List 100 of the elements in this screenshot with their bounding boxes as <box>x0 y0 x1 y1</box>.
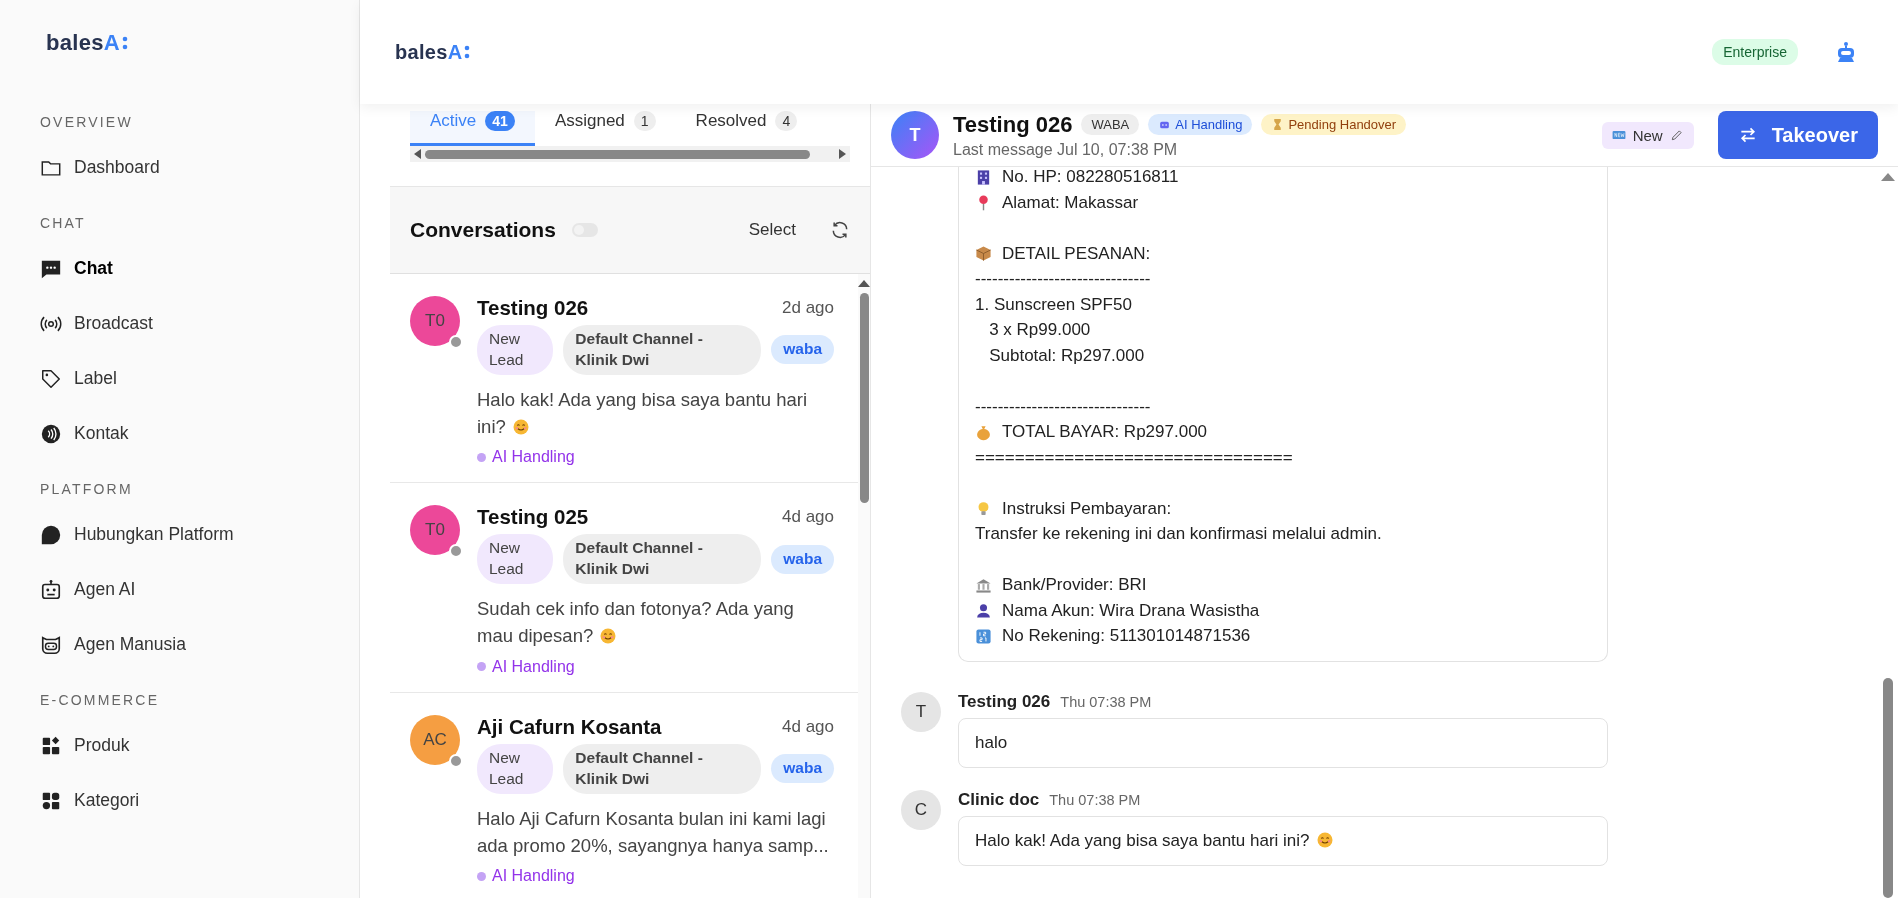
sidebar-item[interactable]: Dashboard <box>40 140 160 195</box>
message-line: Bank/Provider: BRI <box>1002 575 1147 596</box>
tab[interactable]: Resolved 4 <box>675 111 818 146</box>
tag: WABA <box>1081 114 1140 135</box>
select-button[interactable]: Select <box>744 216 800 244</box>
sender-name: Clinic doc <box>958 790 1040 810</box>
sidebar-item[interactable]: Agen Manusia <box>40 617 186 672</box>
building-icon <box>975 168 992 186</box>
logo-dots-icon <box>121 35 128 51</box>
message-line: Transfer ke rekening ini dan konfirmasi melalui admin. <box>975 524 1382 545</box>
contact-name: Testing 026 <box>477 296 589 320</box>
avatar: C <box>901 790 941 830</box>
refresh-icon[interactable] <box>830 220 850 240</box>
tag: New Lead <box>477 325 554 375</box>
message-line: ------------------------------- <box>975 396 1151 417</box>
tag: AI Handling <box>1148 114 1253 135</box>
avatar: T <box>891 111 939 159</box>
message-line: Subtotal: Rp297.000 <box>988 345 1145 366</box>
timestamp: Thu 07:38 PM <box>1060 694 1152 710</box>
message-preview: Halo Aji Cafurn Kosanta bulan ini kami lagi ada promo 20%, sayangnya hanya samp... <box>477 806 830 858</box>
tag: Default Channel - Klinik Dwi <box>563 534 762 585</box>
sidebar-item[interactable]: Kategori <box>40 773 140 828</box>
new-icon <box>1611 128 1626 142</box>
message-line: No. HP: 082280516811 <box>1002 167 1179 188</box>
tag: New Lead <box>477 534 554 585</box>
status-tag[interactable]: New <box>1601 121 1694 149</box>
takeover-button[interactable]: Takeover <box>1717 111 1878 159</box>
section-label: CHAT <box>40 215 86 231</box>
tag-icon <box>40 367 62 390</box>
section-label: OVERVIEW <box>40 114 133 130</box>
chat-title: Testing 026 <box>953 111 1073 138</box>
message-line: Instruksi Pembayaran: <box>1002 498 1172 519</box>
sidebar-item[interactable]: Label <box>40 351 117 406</box>
tag: waba <box>771 335 834 365</box>
message-line: Nama Akun: Wira Drana Wasistha <box>1002 600 1260 621</box>
timestamp: 4d ago <box>782 716 834 737</box>
message-bubble: Halo kak! Ada yang bisa saya bantu hari ini? <box>958 816 1608 866</box>
conversation-item[interactable]: T0 Testing 025 4d ago New Lead Default Channel - Klinik Dwi waba Sudah cek info dan fotonya? Ada yang mau dipesan? AI Handling <box>390 483 858 693</box>
speech-bubble-icon <box>40 523 62 546</box>
conversation-item[interactable]: AC Aji Cafurn Kosanta 4d ago New Lead Default Channel - Klinik Dwi waba Halo Aji Cafurn Kosanta bulan ini kami lagi ada promo 20%, sayangnya hanya samp... AI Handling <box>390 692 858 898</box>
status-label: AI Handling <box>492 657 575 676</box>
widgets-icon <box>40 734 62 757</box>
tag: New Lead <box>477 743 554 794</box>
status-label: AI Handling <box>492 867 575 886</box>
avatar: T0 <box>410 296 460 346</box>
contact-name: Testing 025 <box>477 505 589 530</box>
tag: Pending Handover <box>1261 114 1407 135</box>
message-line: TOTAL BAYAR: Rp297.000 <box>1002 422 1208 443</box>
timestamp: Thu 07:38 PM <box>1049 792 1141 808</box>
tag: waba <box>771 544 834 574</box>
timestamp: 2d ago <box>782 298 834 318</box>
message-bubble: halo <box>958 718 1608 768</box>
message-preview: Halo kak! Ada yang bisa saya bantu hari ini? <box>477 387 809 439</box>
avatar: AC <box>410 714 460 765</box>
section-label: PLATFORM <box>40 481 133 497</box>
message-line: DETAIL PESANAN: <box>1002 243 1151 264</box>
sidebar-item[interactable]: Chat <box>40 241 113 296</box>
sidebar-item[interactable]: Produk <box>40 718 130 773</box>
sidebar-item[interactable]: Hubungkan Platform <box>40 507 234 562</box>
sender-name: Testing 026 <box>958 692 1051 712</box>
message-preview: Sudah cek info dan fotonya? Ada yang mau dipesan? <box>477 597 795 649</box>
status-dot <box>477 871 486 881</box>
logo: balesA <box>46 30 359 56</box>
status-dot <box>449 544 463 559</box>
status-dot <box>477 452 486 462</box>
sidebar-item[interactable]: Kontak <box>40 406 129 461</box>
conversation-item[interactable]: T0 Testing 026 2d ago New Lead Default Channel - Klinik Dwi waba Halo kak! Ada yang bisa saya bantu hari ini? AI Handling <box>390 274 858 484</box>
numbers-icon <box>975 627 992 645</box>
person-icon <box>975 602 992 620</box>
message-line: Alamat: Makassar <box>1002 192 1139 213</box>
section-label: E-COMMERCE <box>40 692 160 708</box>
list-title: Conversations <box>410 218 556 242</box>
message-line: ------------------------------- <box>975 269 1151 290</box>
money-bag-icon <box>975 423 992 441</box>
horizontal-scrollbar[interactable] <box>410 146 850 162</box>
message-line: 3 x Rp99.000 <box>988 320 1091 341</box>
pencil-icon <box>1669 128 1684 142</box>
avatar: T0 <box>410 505 460 556</box>
tag: waba <box>771 754 834 784</box>
avatar: T <box>901 692 941 732</box>
contact-name: Aji Cafurn Kosanta <box>477 714 662 739</box>
status-dot <box>449 335 463 349</box>
package-icon <box>975 245 992 263</box>
message-line: ================================ <box>975 447 1293 468</box>
timestamp: 4d ago <box>782 507 834 528</box>
tab[interactable]: Active 41 <box>410 111 535 146</box>
sidebar-item[interactable]: Broadcast <box>40 296 153 351</box>
tab[interactable]: Assigned 1 <box>534 111 676 146</box>
plan-badge: Enterprise <box>1712 39 1798 65</box>
count-badge: 1 <box>633 111 656 131</box>
sidebar-item[interactable]: Agen AI <box>40 562 136 617</box>
contactless-icon <box>40 422 62 445</box>
logo-dots-icon <box>464 44 471 60</box>
status-label: AI Handling <box>492 448 575 467</box>
vertical-scrollbar[interactable] <box>858 274 870 898</box>
logo: balesA <box>395 40 471 64</box>
tag: Default Channel - Klinik Dwi <box>563 743 762 794</box>
count-badge: 4 <box>775 111 798 131</box>
robot-icon <box>40 578 62 601</box>
message-line: 1. Sunscreen SPF50 <box>975 294 1132 315</box>
